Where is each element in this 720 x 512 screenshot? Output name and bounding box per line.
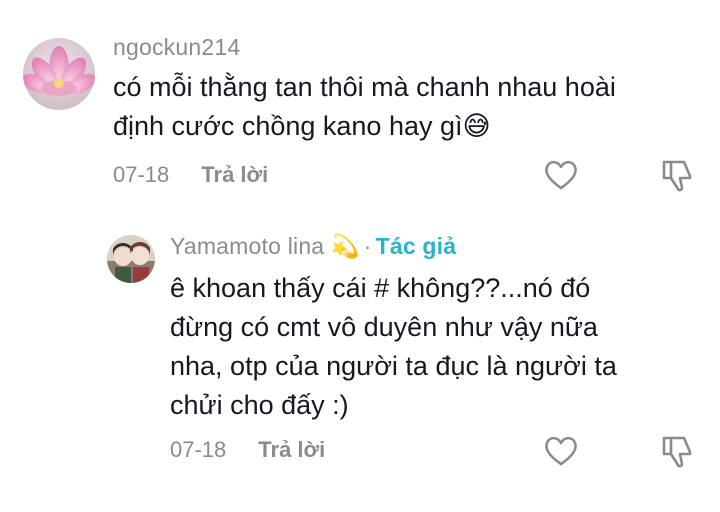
lotus-avatar-image (23, 38, 95, 110)
author-badge: Tác giả (375, 233, 457, 259)
avatar[interactable] (107, 235, 155, 283)
dizzy-emoji: 💫 (330, 233, 360, 259)
dislike-button[interactable] (657, 156, 695, 194)
comment-username[interactable]: ngockun214 (113, 34, 240, 61)
heart-icon (545, 160, 577, 190)
dislike-button[interactable] (657, 432, 695, 470)
like-button[interactable] (542, 156, 580, 194)
reply-text-line: nha, otp của người ta đục là người ta (170, 351, 617, 381)
thumbs-down-icon (662, 160, 692, 192)
comment-text-line: định cước chồng kano hay gì😅 (113, 111, 491, 141)
comment-date: 07-18 (113, 162, 170, 187)
sweat-smile-emoji: 😅 (462, 111, 491, 141)
reply-header: Yamamoto lina 💫 · Tác giả (170, 233, 456, 260)
reply-text: ê khoan thấy cái # không??...nó đó đừng … (170, 269, 617, 425)
reply-item: Yamamoto lina 💫 · Tác giả ê khoan thấy cái… (0, 200, 720, 512)
comment-text-line: có mỗi thằng tan thôi mà chanh nhau hoài (113, 72, 616, 102)
reply-text-line: ê khoan thấy cái # không??...nó đó (170, 273, 591, 303)
reply-button[interactable]: Trả lời (201, 162, 268, 187)
avatar[interactable] (23, 38, 95, 110)
like-button[interactable] (542, 432, 580, 470)
reply-text-line: đừng có cmt vô duyên như vậy nữa (170, 312, 598, 342)
anime-avatar-image (107, 235, 155, 283)
reply-button[interactable]: Trả lời (258, 437, 325, 462)
reply-date: 07-18 (170, 437, 227, 462)
thumbs-down-icon (662, 436, 692, 468)
reply-meta: 07-18 Trả lời (170, 437, 325, 463)
reply-username[interactable]: Yamamoto lina (170, 233, 324, 259)
reply-text-line: chửi cho đấy :) (170, 390, 349, 420)
separator-dot: · (363, 233, 372, 259)
comment-text: có mỗi thằng tan thôi mà chanh nhau hoài… (113, 68, 616, 146)
comment-meta: 07-18 Trả lời (113, 162, 268, 188)
comment-item: ngockun214 có mỗi thằng tan thôi mà chan… (0, 0, 720, 200)
heart-icon (545, 436, 577, 466)
